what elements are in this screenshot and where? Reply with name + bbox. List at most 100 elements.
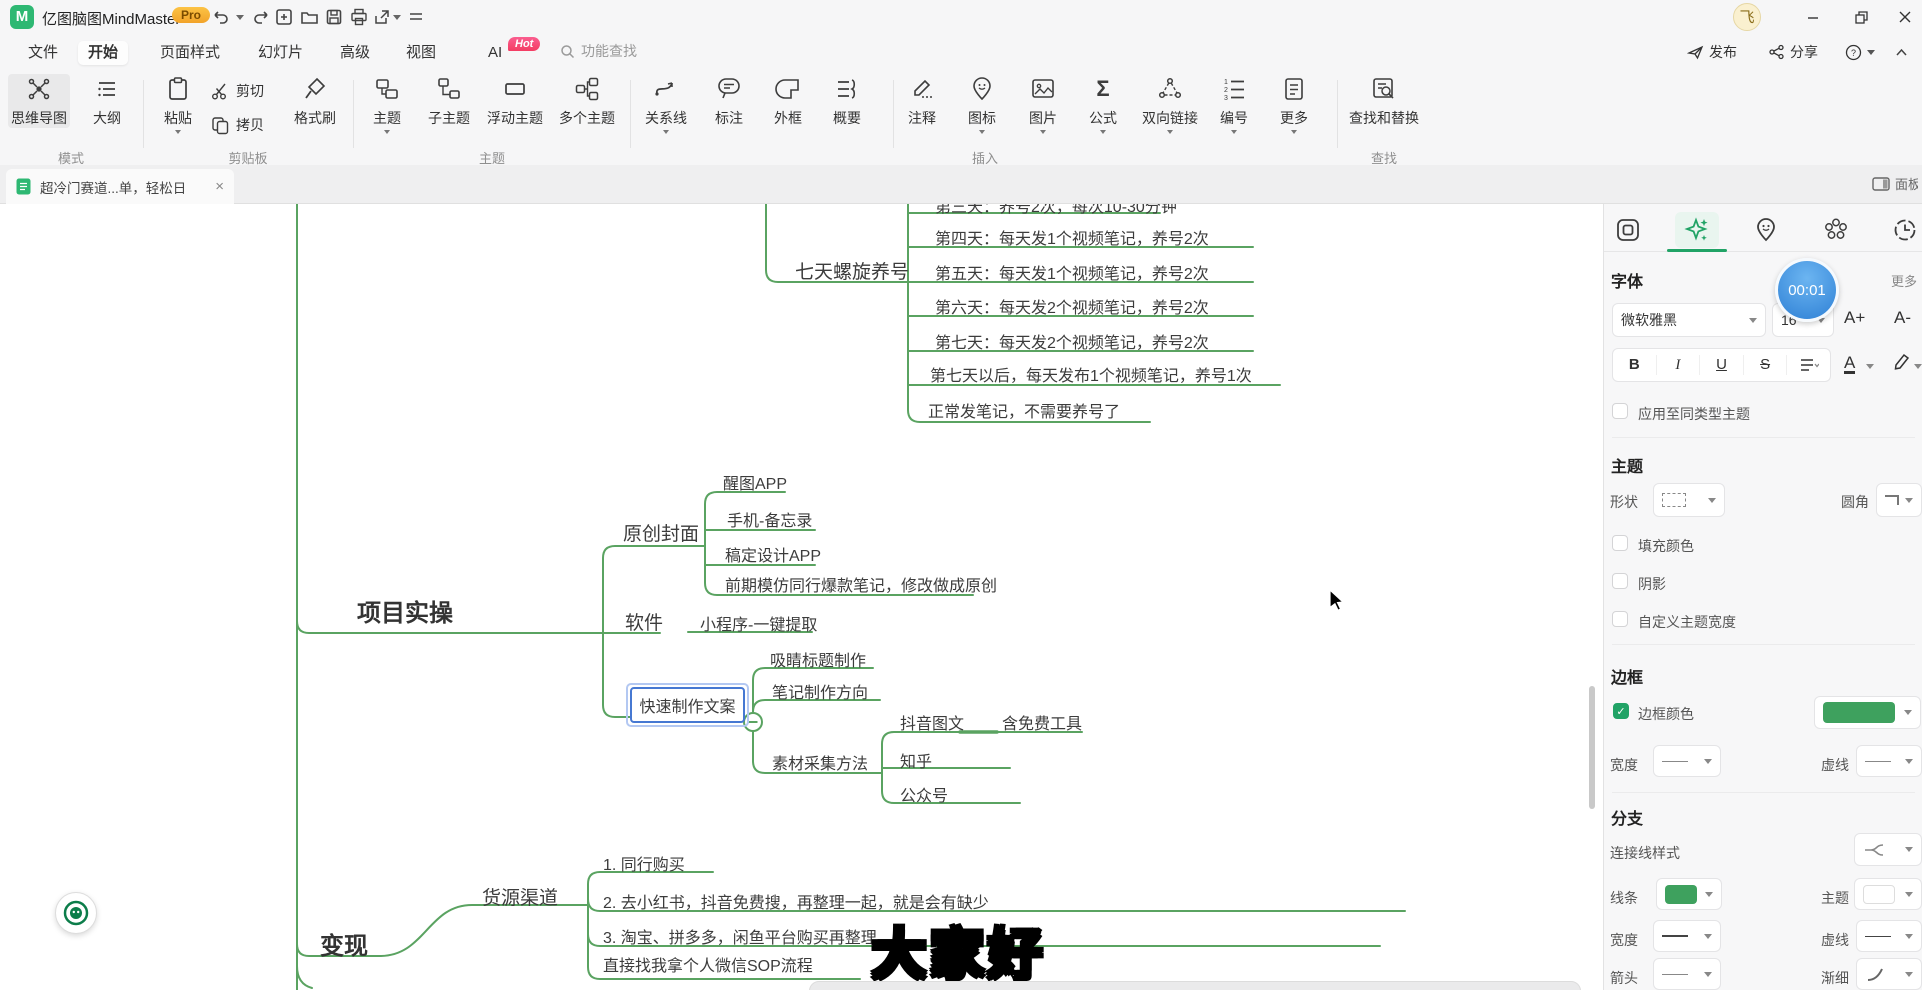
mindmap-canvas[interactable]: 第三天：养号2次，每次10-30分钟 七天螺旋养号 第四天：每天发1个视频笔记，… [0,204,1603,990]
canvas-vertical-scrollbar[interactable] [1589,686,1595,809]
new-document-button[interactable] [272,6,296,28]
shape-select[interactable] [1653,483,1725,517]
mindmap-node[interactable]: 稿定设计APP [725,542,821,566]
paste-button[interactable]: 粘贴 [154,74,202,134]
bidirectional-link-button[interactable]: 双向链接 [1134,74,1206,134]
mindmap-node[interactable]: 含免费工具 [1002,710,1082,734]
mindmap-node[interactable]: 吸睛标题制作 [770,647,866,671]
font-color-dropdown-icon[interactable] [1866,364,1874,369]
menu-slides[interactable]: 幻灯片 [248,41,313,65]
font-decrease-button[interactable]: A- [1894,308,1911,328]
border-color-checkbox[interactable]: ✓ [1613,703,1629,719]
save-button[interactable] [322,6,346,28]
topic-button[interactable]: 主题 [365,74,409,134]
summary-button[interactable]: 概要 [825,74,869,128]
highlight-dropdown-icon[interactable] [1914,364,1922,369]
mindmap-node[interactable]: 小程序-一键提取 [700,611,817,635]
menu-advanced[interactable]: 高级 [330,41,380,65]
corner-select[interactable] [1876,483,1922,517]
mindmap-node[interactable]: 笔记制作方向 [772,679,868,703]
mindmap-node[interactable]: 抖音图文 [900,710,964,734]
publish-button[interactable]: 发布 [1687,40,1737,64]
mindmap-node[interactable]: 软件 [625,608,663,635]
minimize-button[interactable] [1798,4,1828,30]
custom-width-checkbox[interactable] [1612,611,1628,627]
insert-icon-button[interactable]: 图标 [960,74,1004,134]
document-tab[interactable]: 超冷门赛道...单，轻松日 × [6,169,234,204]
numbering-button[interactable]: 123 编号 [1212,74,1256,134]
mindmap-node[interactable]: 直接找我拿个人微信SOP流程 [603,952,813,976]
menu-page-style[interactable]: 页面样式 [150,41,230,65]
topic-color-select[interactable] [1854,878,1922,910]
bold-button[interactable]: B [1613,355,1657,375]
branch-width-select[interactable] [1653,920,1721,952]
mindmap-node[interactable]: 原创封面 [623,519,699,546]
mindmap-node[interactable]: 公众号 [900,782,948,806]
strikethrough-button[interactable]: S [1744,355,1788,375]
highlight-pen-button[interactable] [1892,352,1912,372]
outline-mode-button[interactable]: 大纲 [82,74,132,128]
relationship-line-button[interactable]: 关系线 [637,74,695,134]
border-dash-select[interactable] [1856,745,1922,777]
open-file-button[interactable] [297,6,321,28]
apply-same-type-checkbox[interactable] [1612,403,1628,419]
tab-history[interactable] [1883,212,1922,248]
menu-view[interactable]: 视图 [396,41,446,65]
shadow-checkbox[interactable] [1612,573,1628,589]
mindmap-node[interactable]: 醒图APP [723,470,787,494]
mindmap-node[interactable]: 3. 淘宝、拼多多，闲鱼平台购买再整理 [603,924,877,948]
tab-magic-style[interactable] [1675,212,1719,248]
tab-close-icon[interactable]: × [215,178,224,195]
cut-button[interactable]: 剪切 [210,78,264,104]
mindmap-node[interactable]: 七天螺旋养号 [795,257,909,284]
restore-window-button[interactable] [1846,4,1876,30]
share-button[interactable]: 分享 [1768,40,1818,64]
help-button[interactable]: ? [1845,40,1875,64]
feature-search[interactable]: 功能查找 [560,41,637,61]
italic-button[interactable]: I [1657,355,1701,375]
border-color-select[interactable] [1814,696,1921,729]
mindmap-node[interactable]: 货源渠道 [482,883,558,910]
more-insert-button[interactable]: 更多 [1272,74,1316,134]
mindmap-node[interactable]: 手机-备忘录 [727,507,812,531]
formula-button[interactable]: Σ 公式 [1081,74,1125,134]
multiple-topics-button[interactable]: 多个主题 [551,74,623,128]
mindmap-node-selected[interactable]: 快速制作文案 [630,687,745,723]
font-color-button[interactable]: A [1844,354,1855,374]
subtopic-button[interactable]: 子主题 [420,74,478,128]
mindmap-node[interactable]: 素材采集方法 [772,750,868,774]
mindmap-node[interactable]: 第七天以后，每天发布1个视频笔记，养号1次 [930,362,1252,386]
copy-button[interactable]: 拷贝 [210,112,264,138]
insert-picture-button[interactable]: 图片 [1021,74,1065,134]
customize-quickbar-button[interactable] [404,6,428,28]
assistant-floating-button[interactable] [55,892,97,934]
branch-dash-select[interactable] [1856,920,1922,952]
close-window-button[interactable] [1890,4,1920,30]
mindmap-mode-button[interactable]: 思维导图 [8,74,70,128]
mindmap-node[interactable]: 第四天：每天发1个视频笔记，养号2次 [935,225,1209,249]
tab-theme[interactable] [1814,212,1858,248]
border-width-select[interactable] [1653,745,1721,777]
mindmap-node[interactable]: 正常发笔记，不需要养号了 [928,398,1120,422]
callout-button[interactable]: 标注 [707,74,751,128]
mindmap-node[interactable]: 第六天：每天发2个视频笔记，养号2次 [935,294,1209,318]
align-button[interactable] [1787,355,1830,375]
taper-select[interactable] [1856,958,1922,990]
underline-button[interactable]: U [1700,355,1744,375]
connector-style-select[interactable] [1854,833,1922,866]
collapse-ribbon-button[interactable] [1894,40,1909,64]
font-more-button[interactable]: 更多 [1891,271,1917,290]
mindmap-node[interactable]: 变现 [320,926,368,961]
mindmap-node[interactable]: 第三天：养号2次，每次10-30分钟 [935,204,1177,217]
panel-toggle-button[interactable]: 面板 [1872,174,1918,193]
print-button[interactable] [347,6,371,28]
format-painter-button[interactable]: 格式刷 [284,74,346,128]
boundary-button[interactable]: 外框 [766,74,810,128]
line-color-select[interactable] [1656,878,1722,910]
undo-button[interactable] [208,6,232,28]
menu-home[interactable]: 开始 [78,41,128,65]
menu-file[interactable]: 文件 [18,41,68,65]
user-avatar[interactable]: 飞 [1733,3,1761,31]
mindmap-node[interactable]: 1. 同行购买 [603,851,685,875]
mindmap-node[interactable]: 项目实操 [357,593,453,628]
